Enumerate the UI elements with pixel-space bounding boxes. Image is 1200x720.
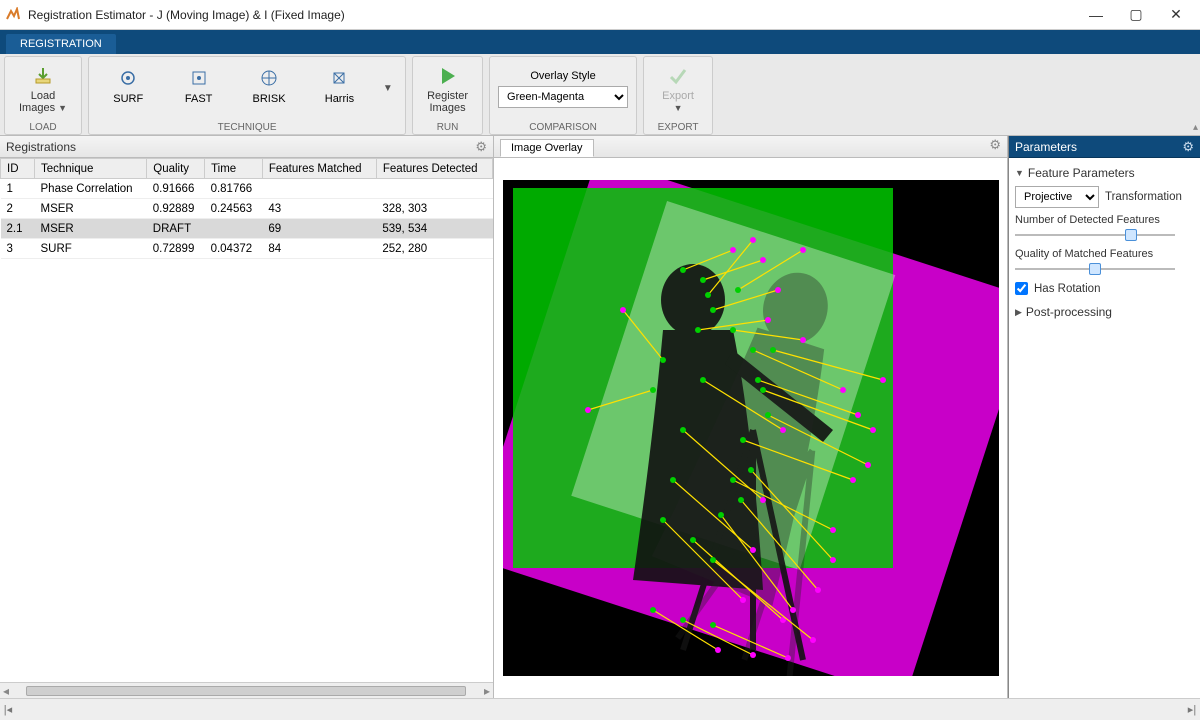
export-button[interactable]: Export▼	[652, 61, 704, 117]
chevron-down-icon: ▼	[674, 103, 683, 113]
table-row[interactable]: 1Phase Correlation0.916660.81766	[1, 179, 493, 199]
table-row[interactable]: 2.1MSERDRAFT69539, 534	[1, 219, 493, 239]
matched-quality-slider[interactable]	[1015, 262, 1175, 276]
gear-icon[interactable]: ⚙	[989, 137, 1001, 153]
matlab-logo-icon	[4, 6, 22, 24]
matched-quality-label: Quality of Matched Features	[1015, 248, 1194, 260]
technique-brisk[interactable]: BRISK	[240, 61, 298, 117]
tab-image-overlay[interactable]: Image Overlay	[500, 139, 594, 157]
group-technique: SURF FAST BRISK Harris ▼ TECHNIQUE	[88, 56, 406, 135]
collapse-ribbon-icon[interactable]: ▴	[1193, 122, 1198, 133]
transformation-label: Transformation	[1105, 191, 1182, 203]
technique-more-button[interactable]: ▼	[381, 61, 395, 117]
register-images-button[interactable]: Register Images	[421, 61, 474, 117]
window-title: Registration Estimator - J (Moving Image…	[28, 8, 1076, 22]
status-strip: |◂ ▸|	[0, 698, 1200, 720]
group-run: Register Images RUN	[412, 56, 483, 135]
ribbon-tab-row: REGISTRATION	[0, 30, 1200, 54]
detected-features-label: Number of Detected Features	[1015, 214, 1194, 226]
group-comparison: Overlay Style Green-Magenta COMPARISON	[489, 56, 637, 135]
technique-harris[interactable]: Harris	[310, 61, 368, 117]
group-export: Export▼ EXPORT	[643, 56, 713, 135]
surf-icon	[117, 67, 139, 89]
section-feature-parameters[interactable]: ▼ Feature Parameters	[1015, 166, 1194, 180]
maximize-button[interactable]: ▢	[1116, 1, 1156, 29]
fast-icon	[188, 67, 210, 89]
has-rotation-checkbox[interactable]: Has Rotation	[1015, 282, 1194, 295]
chevron-down-icon: ▼	[58, 103, 67, 113]
triangle-right-icon: ▶	[1015, 307, 1022, 318]
col-time[interactable]: Time	[205, 159, 263, 179]
col-technique[interactable]: Technique	[35, 159, 147, 179]
load-icon	[31, 64, 55, 88]
minimize-button[interactable]: —	[1076, 1, 1116, 29]
gear-icon[interactable]: ⚙	[1182, 139, 1194, 155]
transformation-select[interactable]: Projective	[1015, 186, 1099, 208]
brisk-icon	[258, 67, 280, 89]
horizontal-scrollbar[interactable]: ◂ ▸	[0, 682, 493, 698]
scroll-right-icon[interactable]: ▸|	[1184, 703, 1200, 716]
registrations-panel: Registrations ⚙ IDTechniqueQualityTimeFe…	[0, 136, 494, 698]
section-post-processing[interactable]: ▶ Post-processing	[1015, 305, 1194, 319]
scroll-left-icon[interactable]: |◂	[0, 703, 16, 716]
detected-features-slider[interactable]	[1015, 228, 1175, 242]
image-overlay-panel: Image Overlay ⚙	[494, 136, 1008, 698]
load-images-button[interactable]: Load Images ▼	[13, 61, 73, 117]
overlay-style-label: Overlay Style	[530, 70, 595, 82]
col-quality[interactable]: Quality	[147, 159, 205, 179]
parameters-title: Parameters	[1015, 140, 1077, 154]
overlay-style-select[interactable]: Green-Magenta	[498, 86, 628, 108]
play-icon	[436, 64, 460, 88]
close-button[interactable]: ✕	[1156, 1, 1196, 29]
overlay-image	[503, 180, 999, 676]
group-load: Load Images ▼ LOAD	[4, 56, 82, 135]
toolstrip: Load Images ▼ LOAD SURF FAST BRISK Harri…	[0, 54, 1200, 136]
parameters-panel: Parameters ⚙ ▼ Feature Parameters Projec…	[1008, 136, 1200, 698]
technique-surf[interactable]: SURF	[99, 61, 157, 117]
col-features-matched[interactable]: Features Matched	[262, 159, 376, 179]
table-row[interactable]: 2MSER0.928890.2456343328, 303	[1, 199, 493, 219]
export-check-icon	[666, 64, 690, 88]
technique-fast[interactable]: FAST	[170, 61, 228, 117]
col-id[interactable]: ID	[1, 159, 35, 179]
triangle-down-icon: ▼	[1015, 168, 1024, 178]
harris-icon	[328, 67, 350, 89]
table-row[interactable]: 3SURF0.728990.0437284252, 280	[1, 239, 493, 259]
tab-registration[interactable]: REGISTRATION	[6, 34, 116, 54]
registrations-table: IDTechniqueQualityTimeFeatures MatchedFe…	[0, 158, 493, 259]
registrations-title: Registrations	[6, 140, 76, 154]
col-features-detected[interactable]: Features Detected	[376, 159, 492, 179]
gear-icon[interactable]: ⚙	[475, 139, 487, 155]
